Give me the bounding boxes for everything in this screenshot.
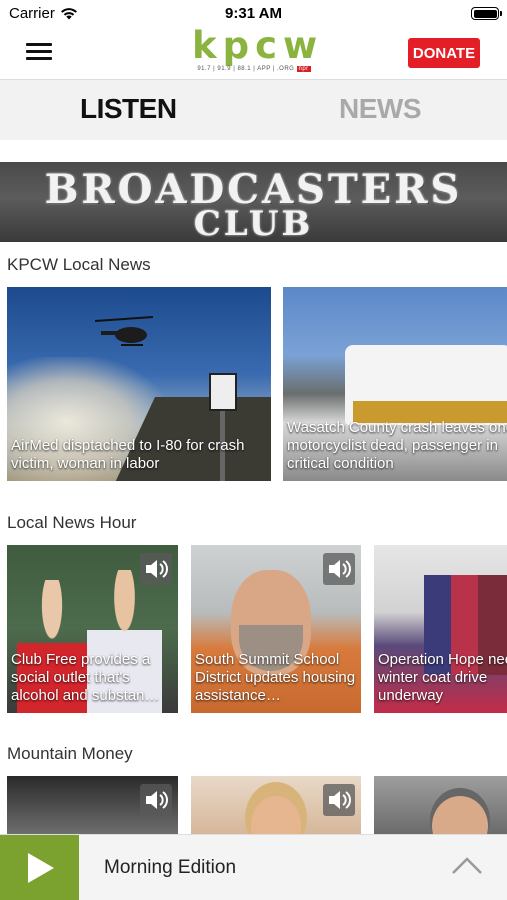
- donate-button[interactable]: DONATE: [408, 38, 480, 68]
- card-caption: Club Free provides a social outlet that'…: [11, 651, 160, 704]
- card-caption: AirMed disptached to I-80 for crash vict…: [11, 437, 245, 472]
- audio-card[interactable]: [191, 776, 361, 834]
- card-caption: Wasatch County crash leaves one motorcyc…: [287, 419, 507, 472]
- news-card[interactable]: Wasatch County crash leaves one motorcyc…: [283, 287, 507, 481]
- battery-icon: [471, 7, 502, 20]
- audio-card[interactable]: Operation Hope needs winter coat drive u…: [374, 545, 507, 713]
- speaker-icon: [323, 784, 355, 816]
- banner-line-2: CLUB: [193, 204, 314, 242]
- section-title-mountain-money: Mountain Money: [7, 744, 133, 763]
- section-title-kpcw-local-news: KPCW Local News: [7, 255, 151, 274]
- logo-wordmark: kpcw: [192, 24, 324, 67]
- card-caption: South Summit School District updates hou…: [195, 651, 356, 704]
- tab-bar: LISTEN NEWS: [0, 80, 507, 140]
- audio-card[interactable]: South Summit School District updates hou…: [191, 545, 361, 713]
- now-playing-bar[interactable]: Morning Edition: [0, 834, 507, 900]
- chevron-up-icon[interactable]: [451, 855, 483, 875]
- tab-listen[interactable]: LISTEN: [80, 93, 177, 125]
- menu-icon[interactable]: [26, 41, 52, 61]
- section-title-local-news-hour: Local News Hour: [7, 513, 137, 532]
- audio-card[interactable]: [7, 776, 178, 834]
- news-card[interactable]: AirMed disptached to I-80 for crash vict…: [7, 287, 271, 481]
- speaker-icon: [323, 553, 355, 585]
- speaker-icon: [140, 784, 172, 816]
- card-caption: Operation Hope needs winter coat drive u…: [378, 651, 507, 704]
- helicopter-image: [94, 316, 154, 346]
- play-icon[interactable]: [0, 835, 79, 900]
- speaker-icon: [140, 553, 172, 585]
- tab-news[interactable]: NEWS: [339, 93, 422, 125]
- now-playing-title: Morning Edition: [104, 857, 237, 878]
- broadcasters-club-banner[interactable]: BROADCASTERS CLUB: [0, 162, 507, 242]
- logo-frequencies: 91.7 | 91.9 | 88.1 | APP | .ORG npr: [197, 66, 311, 72]
- app-header: kpcw 91.7 | 91.9 | 88.1 | APP | .ORG npr…: [0, 24, 507, 80]
- audio-card[interactable]: Club Free provides a social outlet that'…: [7, 545, 178, 713]
- npr-logo: npr: [296, 66, 311, 72]
- kpcw-logo: kpcw 91.7 | 91.9 | 88.1 | APP | .ORG npr: [192, 24, 324, 78]
- status-time: 9:31 AM: [225, 5, 282, 22]
- audio-card[interactable]: [374, 776, 507, 834]
